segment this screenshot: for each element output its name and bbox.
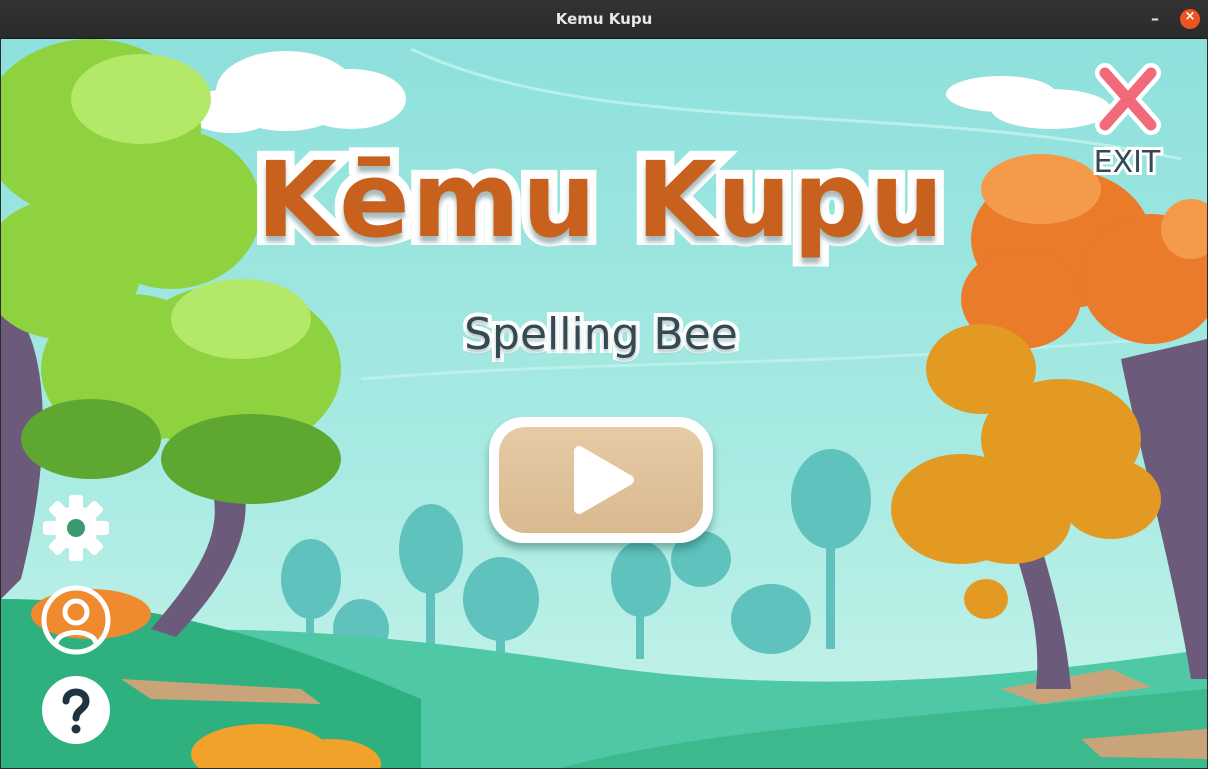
title-bar: Kemu Kupu – × (0, 0, 1208, 39)
game-scene: Kēmu Kupu Spelling Bee EXIT (1, 39, 1207, 768)
profile-button[interactable] (39, 583, 113, 657)
question-icon (42, 676, 110, 744)
exit-label: EXIT (1091, 142, 1164, 183)
user-icon (41, 585, 111, 655)
window-title: Kemu Kupu (555, 10, 653, 28)
app-window: Kemu Kupu – × Kēmu Kupu Spelling Bee EXI… (0, 0, 1208, 769)
x-icon (1095, 63, 1161, 135)
play-icon (574, 446, 634, 514)
exit-button[interactable]: EXIT (1081, 63, 1173, 183)
settings-button[interactable] (39, 491, 113, 565)
help-button[interactable] (39, 673, 113, 747)
minimize-button[interactable]: – (1146, 9, 1164, 29)
gear-icon (43, 495, 109, 561)
play-button-face (499, 427, 703, 533)
game-title: Kēmu Kupu (247, 130, 952, 270)
play-button[interactable] (489, 417, 713, 543)
game-subtitle: Spelling Bee (460, 305, 742, 364)
close-window-button[interactable]: × (1180, 9, 1200, 29)
